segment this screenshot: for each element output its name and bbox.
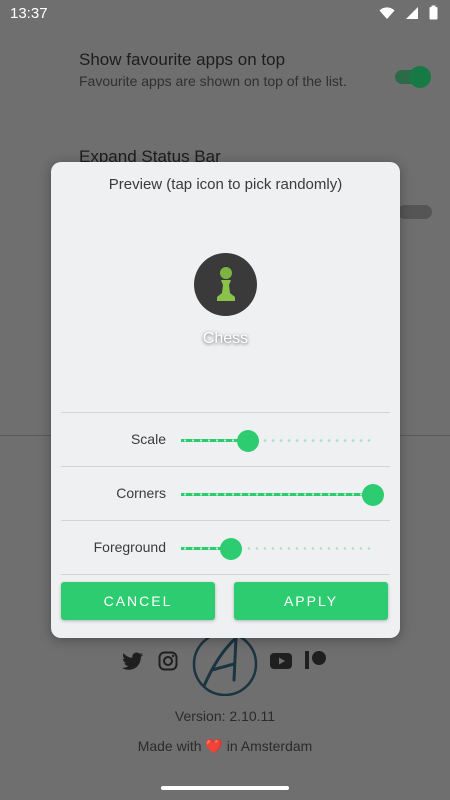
apply-button[interactable]: APPLY <box>234 582 388 620</box>
fav-apps-subtitle: Favourite apps are shown on top of the l… <box>79 73 347 89</box>
toggle-knob <box>409 66 431 88</box>
scale-slider[interactable] <box>181 430 373 452</box>
patreon-icon[interactable] <box>305 651 327 669</box>
icon-preview-dialog: Preview (tap icon to pick randomly) Ches… <box>51 162 400 638</box>
battery-icon <box>429 5 438 20</box>
corners-label: Corners <box>116 485 166 501</box>
app-label: Chess <box>202 330 249 347</box>
signal-icon <box>406 6 418 19</box>
twitter-icon[interactable] <box>122 652 144 670</box>
slider-thumb[interactable] <box>219 538 242 560</box>
fav-apps-title: Show favourite apps on top <box>79 50 286 69</box>
chess-pawn-icon <box>216 266 235 301</box>
version-text: Version: 2.10.11 <box>174 708 276 724</box>
foreground-label: Foreground <box>93 539 166 555</box>
divider <box>61 574 390 575</box>
youtube-icon[interactable] <box>270 653 292 669</box>
heart-icon: ❤️ <box>205 738 223 754</box>
gesture-bar[interactable] <box>161 786 289 790</box>
fav-apps-toggle[interactable] <box>395 66 431 88</box>
corners-slider[interactable] <box>181 484 384 506</box>
divider <box>61 466 390 467</box>
instagram-icon[interactable] <box>158 651 178 671</box>
corners-slider-row: Corners <box>51 468 400 520</box>
chess-app-icon[interactable] <box>194 253 257 316</box>
slider-thumb[interactable] <box>237 430 260 452</box>
slider-thumb[interactable] <box>362 484 384 506</box>
app-logo-icon <box>192 634 258 696</box>
foreground-slider-row: Foreground <box>51 522 400 574</box>
divider <box>61 520 390 521</box>
foreground-slider[interactable] <box>181 538 373 560</box>
wifi-icon <box>379 6 395 19</box>
dialog-title: Preview (tap icon to pick randomly) <box>108 176 343 193</box>
status-bar: 13:37 <box>0 0 450 28</box>
status-icons <box>379 5 438 20</box>
footer-social <box>0 634 450 700</box>
scale-slider-row: Scale <box>51 414 400 466</box>
status-time: 13:37 <box>10 5 48 22</box>
made-with-text: Made with ❤️ in Amsterdam <box>0 738 450 755</box>
made-with-pre: Made with <box>137 738 202 754</box>
slider-fill <box>181 493 373 496</box>
expand-status-bar-toggle[interactable] <box>398 205 432 219</box>
cancel-button[interactable]: CANCEL <box>61 582 215 620</box>
made-with-post: in Amsterdam <box>226 738 313 754</box>
divider <box>61 412 390 413</box>
scale-label: Scale <box>130 431 166 447</box>
